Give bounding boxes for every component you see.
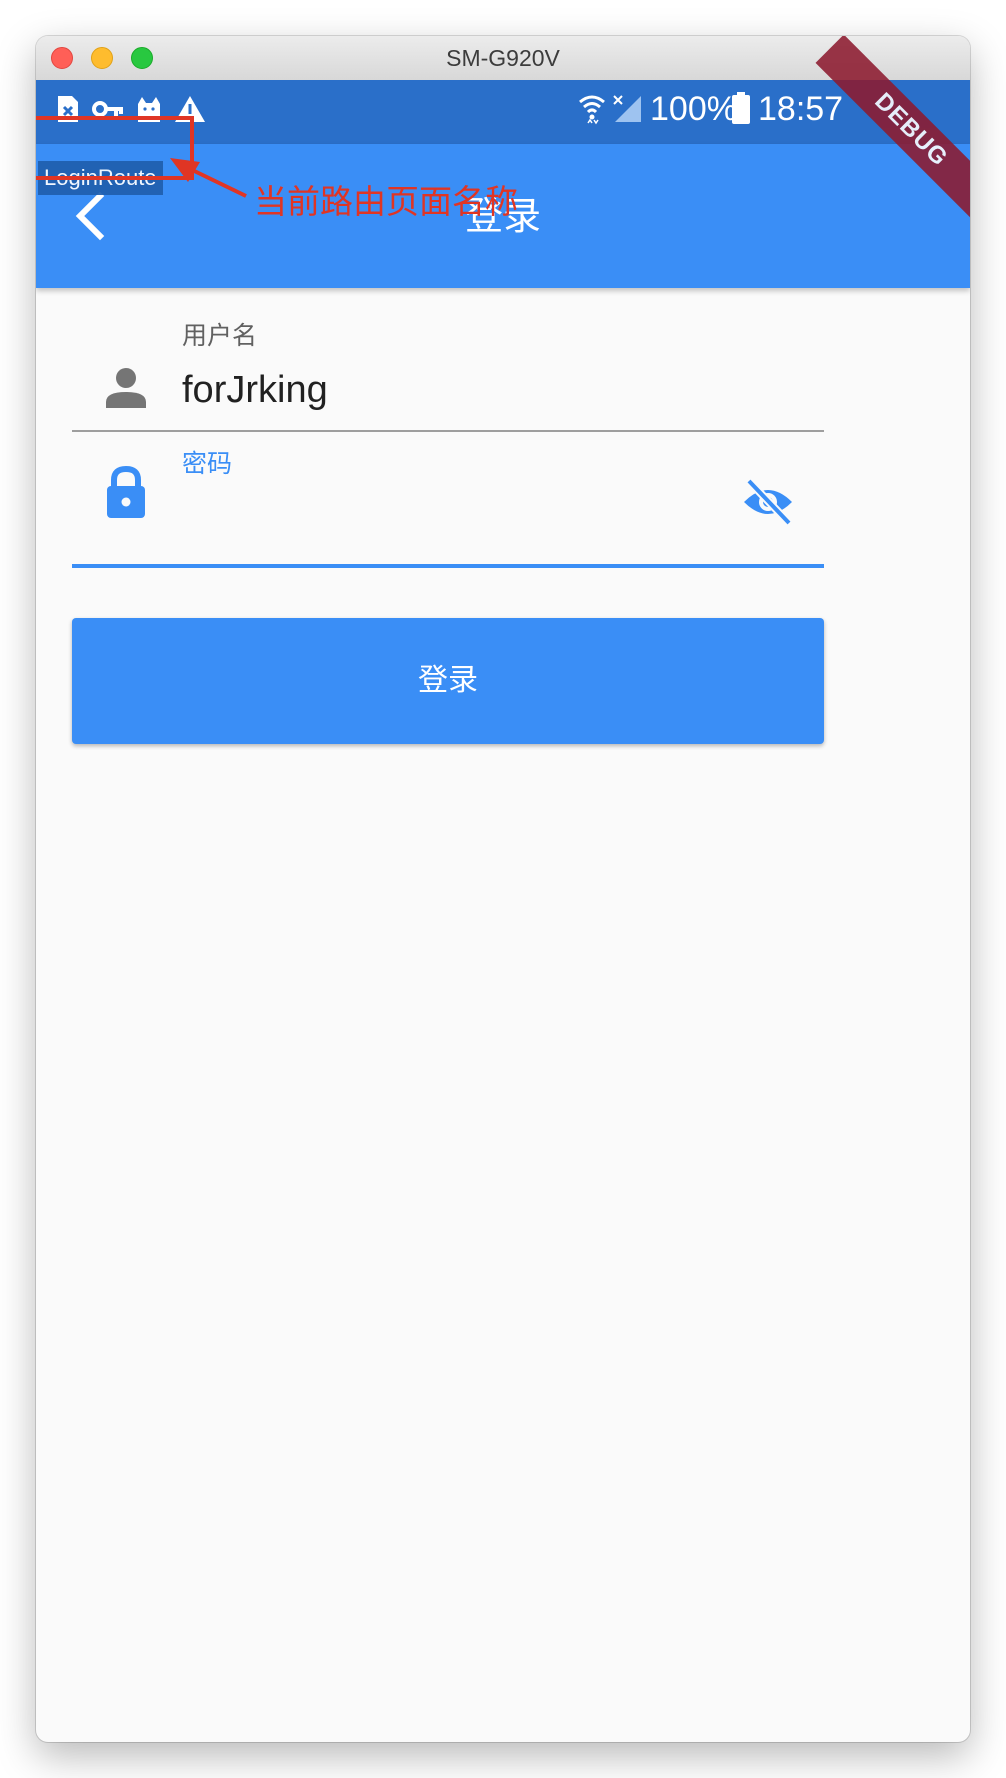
username-field[interactable]: 用户名 forJrking	[72, 300, 824, 432]
wifi-icon	[579, 95, 605, 125]
annotation-text: 当前路由页面名称	[254, 182, 518, 221]
app-window: SM-G920V 100% 18:57 登录 DEBUG LoginRoute …	[36, 36, 970, 1742]
battery-icon	[732, 92, 750, 124]
battery-percentage: 100%	[650, 90, 737, 128]
status-time: 18:57	[758, 90, 844, 128]
password-field[interactable]: 密码	[72, 434, 824, 568]
username-label: 用户名	[182, 321, 258, 350]
login-button[interactable]: 登录	[72, 618, 824, 744]
lock-icon	[107, 466, 145, 518]
cellular-no-signal-icon	[613, 95, 641, 122]
annotation-arrow-icon	[170, 158, 247, 198]
username-input[interactable]: forJrking	[182, 368, 328, 412]
password-label: 密码	[182, 449, 233, 478]
person-icon	[106, 368, 146, 408]
visibility-off-icon[interactable]	[740, 474, 796, 530]
